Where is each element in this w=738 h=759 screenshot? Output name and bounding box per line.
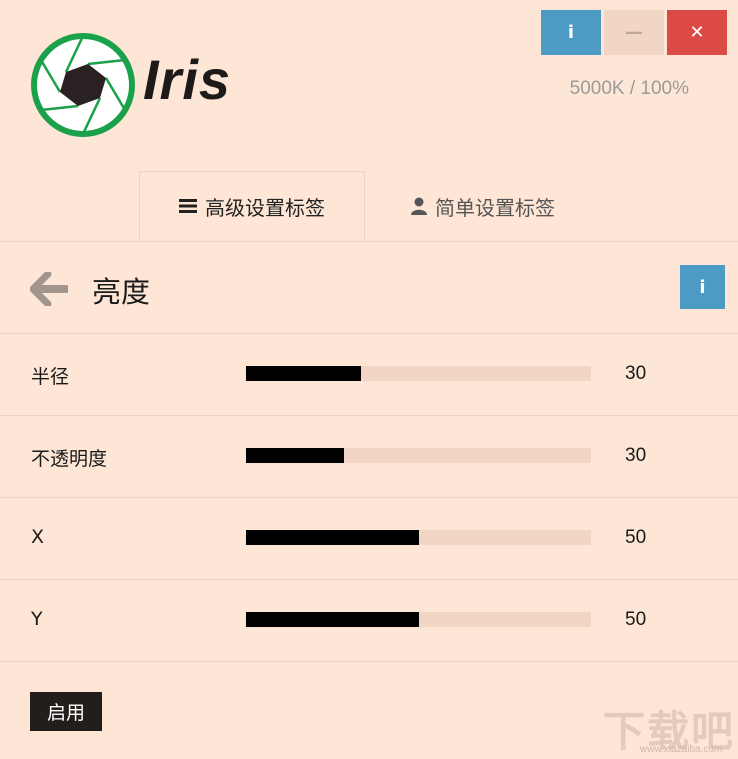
- y-slider[interactable]: [246, 612, 591, 627]
- minimize-button[interactable]: —: [604, 10, 664, 55]
- watermark-url: www.xiazaiba.com: [640, 744, 723, 755]
- slider-value: 50: [625, 527, 647, 548]
- iris-app-window: i — ✕ 5000K / 100% Iris 高级设置标签 简单设置标签 亮度…: [0, 0, 738, 759]
- slider-row-y: Y 50: [0, 580, 738, 662]
- info-button[interactable]: i: [541, 10, 601, 55]
- tab-advanced-settings[interactable]: 高级设置标签: [139, 171, 365, 241]
- settings-tabs: 高级设置标签 简单设置标签: [0, 171, 738, 242]
- slider-row-radius: 半径 30: [0, 334, 738, 416]
- slider-label: X: [31, 526, 45, 548]
- info-icon: i: [567, 22, 575, 43]
- slider-row-opacity: 不透明度 30: [0, 416, 738, 498]
- enable-button[interactable]: 启用: [30, 692, 102, 731]
- info-icon: i: [699, 276, 706, 298]
- slider-label: 不透明度: [31, 448, 108, 470]
- iris-logo-icon: [31, 33, 135, 137]
- opacity-slider[interactable]: [246, 448, 591, 463]
- slider-fill: [246, 448, 344, 463]
- list-icon: [179, 198, 197, 214]
- x-slider[interactable]: [246, 530, 591, 545]
- tab-advanced-label: 高级设置标签: [205, 195, 325, 220]
- slider-value: 30: [625, 363, 647, 384]
- slider-label: Y: [31, 608, 43, 630]
- tab-simple-settings[interactable]: 简单设置标签: [383, 171, 583, 241]
- slider-value: 50: [625, 609, 647, 630]
- slider-value: 30: [625, 445, 647, 466]
- slider-fill: [246, 612, 419, 627]
- tab-simple-label: 简单设置标签: [435, 195, 555, 220]
- slider-fill: [246, 530, 419, 545]
- section-info-button[interactable]: i: [680, 265, 725, 309]
- section-title: 亮度: [92, 275, 151, 309]
- slider-row-x: X 50: [0, 498, 738, 580]
- section-header: 亮度 i: [0, 241, 738, 334]
- back-arrow-icon[interactable]: [30, 272, 68, 306]
- slider-fill: [246, 366, 361, 381]
- slider-label: 半径: [31, 366, 70, 388]
- radius-slider[interactable]: [246, 366, 591, 381]
- user-icon: [411, 197, 427, 215]
- close-button[interactable]: ✕: [667, 10, 727, 55]
- close-icon: ✕: [689, 22, 705, 43]
- color-temperature-status: 5000K / 100%: [569, 78, 689, 99]
- app-name: Iris: [143, 48, 232, 111]
- minimize-icon: —: [625, 22, 643, 43]
